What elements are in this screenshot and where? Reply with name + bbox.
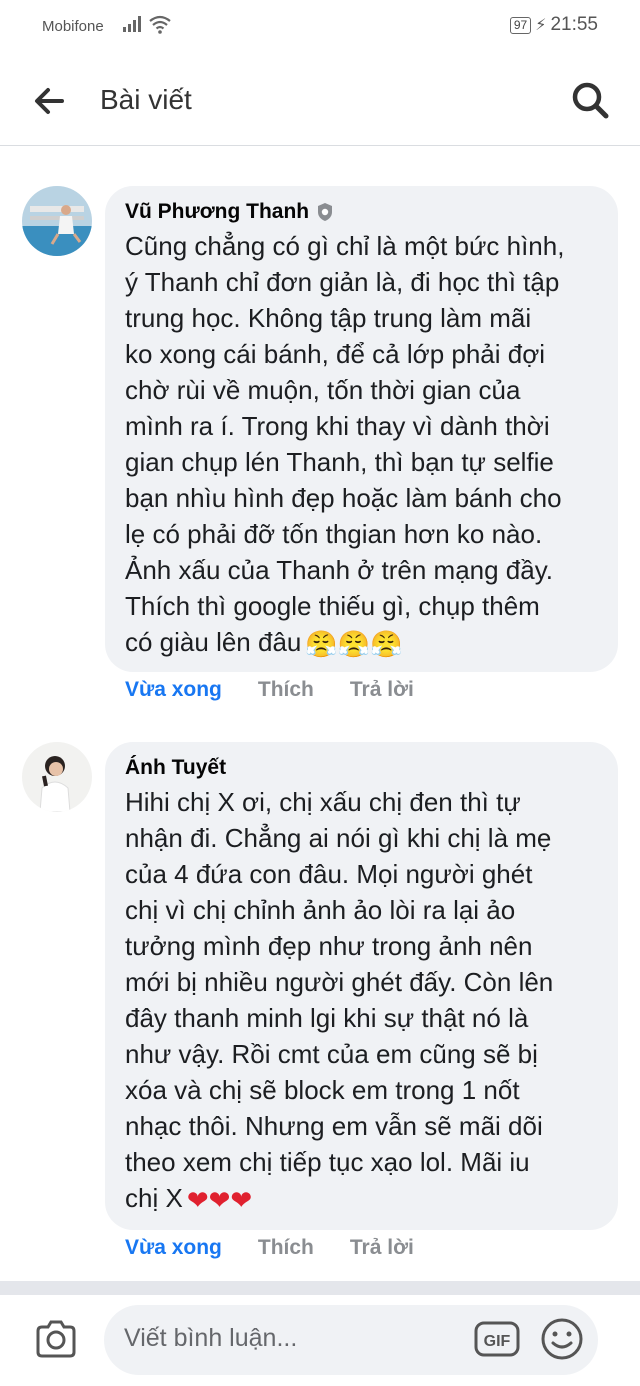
- like-button[interactable]: Thích: [258, 678, 314, 702]
- status-right: 97 ⚡ 21:55: [509, 14, 598, 36]
- shield-badge-icon: [318, 203, 333, 221]
- charging-icon: ⚡: [535, 17, 547, 34]
- comment-bubble: Ánh Tuyết Hihi chị X ơi, chị xấu chị đen…: [105, 742, 618, 1230]
- comment-text: Hihi chị X ơi, chị xấu chị đen thì tự nh…: [125, 784, 598, 1218]
- triumph-emoji-icon: 😤😤😤: [305, 629, 403, 660]
- comment-text-content: Hihi chị X ơi, chị xấu chị đen thì tự nh…: [125, 787, 554, 1213]
- comment-bubble: Vũ Phương Thanh Cũng chẳng có gì chỉ là …: [105, 186, 618, 672]
- author-name[interactable]: Ánh Tuyết: [125, 756, 226, 780]
- back-button[interactable]: [28, 80, 70, 122]
- gif-button[interactable]: GIF: [474, 1319, 520, 1359]
- search-icon: [572, 82, 609, 119]
- avatar[interactable]: [22, 186, 92, 256]
- comment-input-placeholder: Viết bình luận...: [124, 1324, 298, 1352]
- emoji-button[interactable]: [540, 1317, 584, 1361]
- status-bar: Mobifone 97 ⚡ 21:55: [0, 0, 640, 54]
- search-button[interactable]: [568, 78, 612, 122]
- app-header: Bài viết: [0, 54, 640, 146]
- comment-author: Vũ Phương Thanh: [125, 198, 598, 226]
- page-title: Bài viết: [100, 84, 192, 115]
- reply-button[interactable]: Trả lời: [350, 1236, 414, 1260]
- author-name[interactable]: Vũ Phương Thanh: [125, 200, 309, 224]
- comment-actions: Vừa xong Thích Trả lời: [125, 1236, 414, 1260]
- camera-icon: [36, 1320, 76, 1358]
- signal-icon: [122, 15, 144, 38]
- clock: 21:55: [550, 14, 598, 35]
- reply-button[interactable]: Trả lời: [350, 678, 414, 702]
- gif-icon: GIF: [474, 1321, 520, 1357]
- timestamp-link[interactable]: Vừa xong: [125, 678, 222, 702]
- comment-author: Ánh Tuyết: [125, 754, 598, 782]
- smiley-icon: [541, 1318, 583, 1360]
- battery-icon: 97: [509, 16, 532, 34]
- timestamp-link[interactable]: Vừa xong: [125, 1236, 222, 1260]
- divider: [0, 1281, 640, 1295]
- comment-composer: Viết bình luận... GIF: [0, 1295, 640, 1386]
- comment-text-content: Cũng chẳng có gì chỉ là một bức hình, ý …: [125, 231, 565, 657]
- comment-text: Cũng chẳng có gì chỉ là một bức hình, ý …: [125, 228, 598, 662]
- wifi-icon: [148, 14, 172, 39]
- arrow-left-icon: [35, 88, 64, 114]
- carrier-label: Mobifone: [42, 18, 104, 35]
- avatar[interactable]: [22, 742, 92, 812]
- heart-emoji-icon: ❤❤❤: [186, 1185, 253, 1216]
- camera-button[interactable]: [34, 1319, 78, 1359]
- comment-actions: Vừa xong Thích Trả lời: [125, 678, 414, 702]
- like-button[interactable]: Thích: [258, 1236, 314, 1260]
- svg-text:GIF: GIF: [484, 1333, 511, 1350]
